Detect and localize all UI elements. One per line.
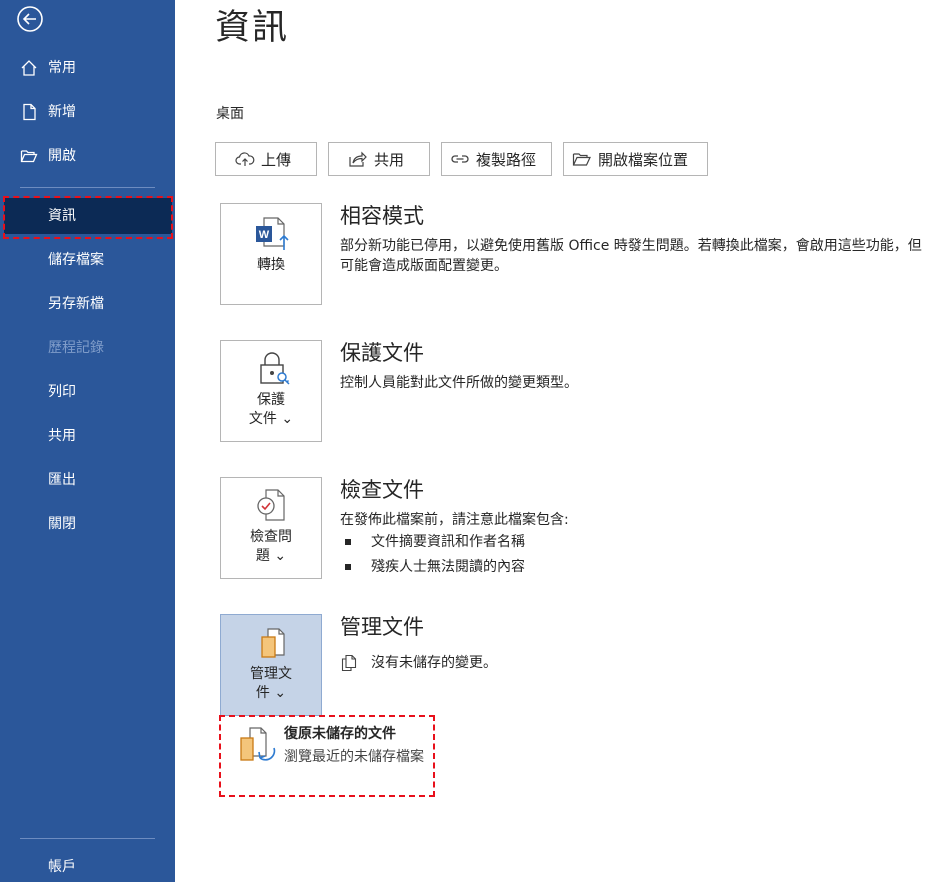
copy-path-button[interactable]: 複製路徑: [441, 142, 552, 176]
nav-account-label: 帳戶: [48, 859, 76, 875]
back-arrow-icon: [17, 6, 43, 32]
nav-open-label: 開啟: [48, 148, 76, 164]
share-button[interactable]: 共用: [328, 142, 430, 176]
home-icon: [21, 60, 37, 76]
check-issues-label-line1: 檢查問: [250, 529, 292, 545]
folder-open-icon: [20, 150, 38, 163]
bullet-square-icon: [345, 564, 351, 570]
manage-status: 沒有未儲存的變更。: [371, 655, 497, 671]
back-button[interactable]: [16, 5, 44, 33]
nav-home[interactable]: 常用: [0, 50, 175, 86]
nav-close-label: 關閉: [48, 516, 76, 532]
recover-unsaved-desc: 瀏覽最近的未儲存檔案: [284, 749, 424, 765]
compat-mode-title: 相容模式: [340, 204, 424, 228]
check-issues-label-line2: 題 ⌄: [255, 548, 287, 564]
nav-open[interactable]: 開啟: [0, 138, 175, 174]
nav-new-label: 新增: [48, 104, 76, 120]
chevron-down-icon: ⌄: [274, 548, 287, 564]
nav-export[interactable]: 匯出: [0, 462, 175, 498]
chevron-down-icon: ⌄: [274, 685, 287, 701]
new-document-icon: [23, 103, 36, 121]
inspect-document-desc: 在發佈此檔案前，請注意此檔案包含:: [340, 512, 569, 528]
nav-close[interactable]: 關閉: [0, 506, 175, 542]
protect-document-title: 保護文件: [340, 341, 424, 365]
manage-document-title: 管理文件: [340, 615, 424, 639]
nav-share[interactable]: 共用: [0, 418, 175, 454]
page-title: 資訊: [215, 8, 290, 48]
recover-document-icon: [240, 727, 276, 761]
link-icon: [451, 155, 469, 163]
copy-path-button-label: 複製路徑: [476, 150, 537, 169]
check-for-issues-button[interactable]: 檢查問 題 ⌄: [220, 477, 322, 579]
nav-print[interactable]: 列印: [0, 374, 175, 410]
manage-document-dropdown: 復原未儲存的文件 瀏覽最近的未儲存檔案: [221, 716, 433, 796]
svg-text:W: W: [259, 229, 270, 241]
manage-label-line1: 管理文: [250, 666, 292, 682]
manage-document-button[interactable]: 管理文 件 ⌄: [220, 614, 322, 716]
nav-save-label: 儲存檔案: [48, 252, 104, 268]
file-location: 桌面: [216, 106, 244, 122]
nav-share-label: 共用: [48, 428, 76, 444]
word-convert-icon: W: [256, 217, 289, 250]
nav-separator: [20, 187, 155, 188]
nav-new[interactable]: 新增: [0, 94, 175, 130]
inspect-bullet-text: 殘疾人士無法閱讀的內容: [371, 559, 525, 575]
bullet-square-icon: [345, 539, 351, 545]
compat-mode-desc: 部分新功能已停用，以避免使用舊版 Office 時發生問題。若轉換此檔案，會啟用…: [340, 238, 922, 274]
nav-account[interactable]: 帳戶: [0, 849, 175, 885]
open-file-location-label: 開啟檔案位置: [598, 150, 689, 169]
share-icon: [349, 151, 367, 167]
nav-save[interactable]: 儲存檔案: [0, 242, 175, 278]
nav-save-as-label: 另存新檔: [48, 296, 104, 312]
cloud-upload-icon: [235, 152, 255, 166]
nav-save-as[interactable]: 另存新檔: [0, 286, 175, 322]
document-copy-icon: [341, 654, 357, 672]
recover-unsaved-title: 復原未儲存的文件: [284, 726, 396, 742]
nav-export-label: 匯出: [48, 472, 76, 488]
manage-label-line2: 件 ⌄: [255, 685, 287, 701]
protect-label-line1: 保護: [257, 392, 285, 408]
protect-document-desc: 控制人員能對此文件所做的變更類型。: [340, 375, 578, 391]
upload-button-label: 上傳: [261, 150, 292, 169]
nav-home-label: 常用: [48, 60, 76, 76]
inspect-document-title: 檢查文件: [340, 478, 424, 502]
lock-key-icon: [260, 352, 290, 385]
upload-button[interactable]: 上傳: [215, 142, 317, 176]
nav-info-label: 資訊: [48, 208, 76, 224]
recover-unsaved-item[interactable]: 復原未儲存的文件 瀏覽最近的未儲存檔案: [221, 716, 433, 796]
protect-label-line2: 文件 ⌄: [248, 411, 294, 427]
convert-label: 轉換: [257, 257, 285, 273]
chevron-down-icon: ⌄: [281, 411, 294, 427]
backstage-sidebar: 常用 新增 開啟 資訊 儲存檔案 另存新檔 歷程記錄 列印 共用 匯出 關閉 帳…: [0, 0, 175, 882]
protect-document-button[interactable]: 保護 文件 ⌄: [220, 340, 322, 442]
manage-document-icon: [261, 628, 285, 658]
nav-history: 歷程記錄: [0, 330, 175, 366]
open-file-location-button[interactable]: 開啟檔案位置: [563, 142, 708, 176]
folder-open-icon: [572, 153, 591, 166]
nav-history-label: 歷程記錄: [48, 340, 104, 356]
share-button-label: 共用: [374, 150, 405, 169]
inspect-document-icon: [257, 489, 285, 521]
convert-button[interactable]: W 轉換: [220, 203, 322, 305]
inspect-bullet-text: 文件摘要資訊和作者名稱: [371, 534, 525, 550]
nav-info[interactable]: 資訊: [4, 198, 172, 234]
nav-separator-bottom: [20, 838, 155, 839]
nav-print-label: 列印: [48, 384, 76, 400]
